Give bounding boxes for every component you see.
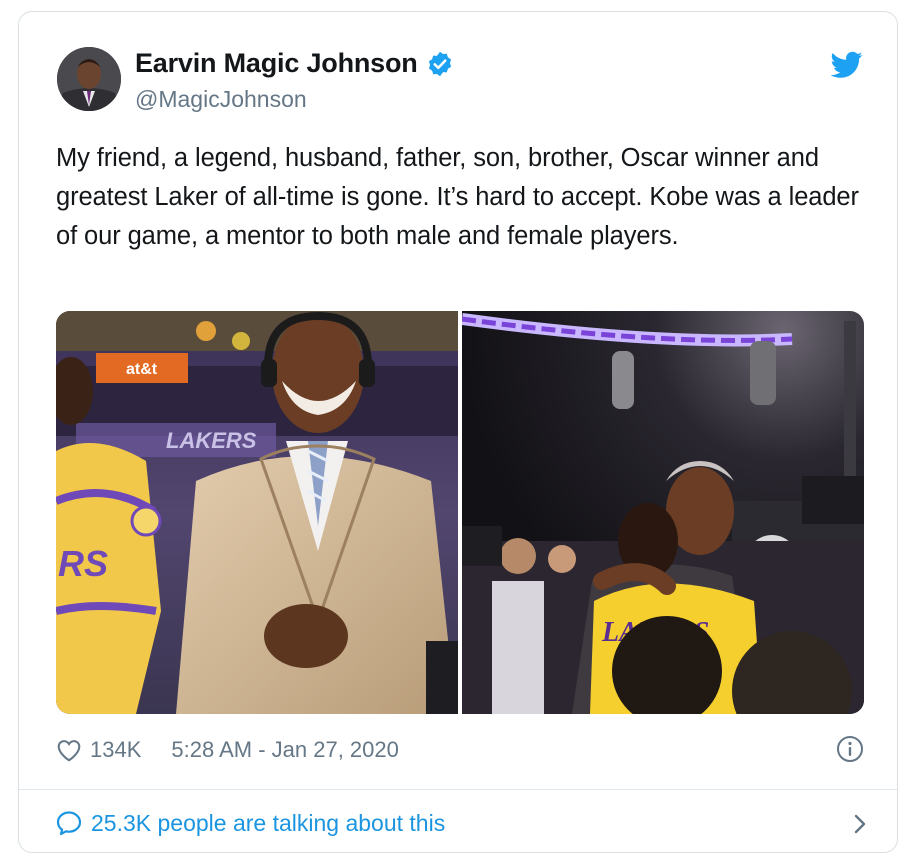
divider bbox=[19, 789, 897, 790]
left-jersey: RS bbox=[58, 543, 108, 584]
tweet-text: My friend, a legend, husband, father, so… bbox=[56, 144, 859, 250]
author-handle[interactable]: @MagicJohnson bbox=[135, 86, 307, 113]
left-banner: LAKERS bbox=[166, 428, 257, 453]
like-count[interactable]: 134K bbox=[90, 737, 141, 763]
photo-grid: at&t LAKERS RS bbox=[56, 311, 864, 714]
heart-icon[interactable] bbox=[56, 738, 82, 762]
info-icon[interactable] bbox=[836, 735, 864, 763]
photo-left[interactable]: at&t LAKERS RS bbox=[56, 311, 458, 714]
tweet-meta: 134K 5:28 AM - Jan 27, 2020 bbox=[56, 734, 866, 766]
chevron-right-icon[interactable] bbox=[852, 812, 868, 836]
tweet-card: Earvin Magic Johnson @MagicJohnson My fr… bbox=[18, 11, 898, 853]
avatar[interactable] bbox=[57, 47, 121, 111]
photo-right[interactable]: LAKERS bbox=[462, 311, 864, 714]
speech-bubble-icon bbox=[56, 810, 82, 836]
author-name-text[interactable]: Earvin Magic Johnson bbox=[135, 48, 418, 79]
author-name[interactable]: Earvin Magic Johnson bbox=[135, 48, 454, 79]
talking-link[interactable]: 25.3K people are talking about this bbox=[56, 804, 868, 842]
twitter-bird-icon[interactable] bbox=[830, 51, 863, 79]
verified-badge-icon bbox=[426, 50, 454, 78]
left-signage: at&t bbox=[126, 361, 158, 378]
timestamp[interactable]: 5:28 AM - Jan 27, 2020 bbox=[171, 737, 399, 763]
talking-text[interactable]: 25.3K people are talking about this bbox=[91, 810, 445, 837]
